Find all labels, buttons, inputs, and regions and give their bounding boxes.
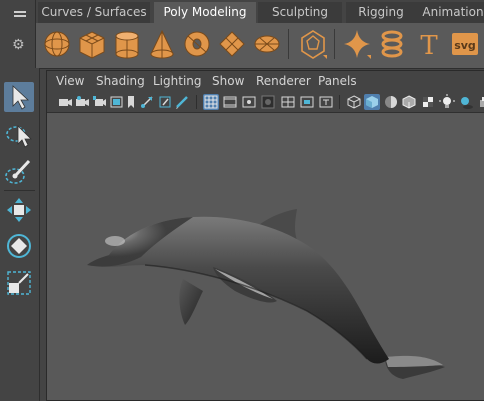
textured-icon[interactable] bbox=[420, 94, 436, 110]
safe-title-icon[interactable] bbox=[318, 94, 334, 110]
tool-box bbox=[0, 68, 40, 401]
poly-cone-icon[interactable] bbox=[147, 27, 177, 61]
camera-attributes-icon[interactable] bbox=[75, 94, 91, 110]
use-all-lights-icon[interactable] bbox=[439, 94, 455, 110]
menu-view[interactable]: View bbox=[56, 71, 84, 92]
poly-helix-icon[interactable] bbox=[377, 27, 407, 61]
shelf-settings-gear-icon[interactable]: ⚙ bbox=[12, 38, 25, 52]
resolution-gate-icon[interactable] bbox=[241, 94, 257, 110]
rotate-tool-icon[interactable] bbox=[4, 231, 34, 261]
default-material-icon[interactable] bbox=[383, 94, 399, 110]
paint-select-icon[interactable] bbox=[4, 157, 34, 187]
platonic-solid-icon[interactable] bbox=[298, 27, 328, 61]
smooth-shade-icon[interactable] bbox=[364, 94, 380, 110]
grid-toggle-icon[interactable] bbox=[203, 94, 219, 110]
gate-mask-icon[interactable] bbox=[260, 94, 276, 110]
poly-cube-icon[interactable] bbox=[77, 27, 107, 61]
tab-poly-modeling[interactable]: Poly Modeling bbox=[154, 2, 256, 23]
super-shape-icon[interactable] bbox=[342, 27, 372, 61]
viewport-panel: View Shading Lighting Show Renderer Pane… bbox=[46, 70, 484, 401]
type-text-icon[interactable]: T bbox=[414, 27, 444, 61]
poly-torus-icon[interactable] bbox=[182, 27, 212, 61]
poly-modeling-shelf: T svg bbox=[36, 23, 484, 69]
shelf-tabs: Curves / Surfaces Poly Modeling Sculptin… bbox=[36, 2, 484, 23]
wireframe-on-shaded-icon[interactable] bbox=[401, 94, 417, 110]
shelf-menu-icon[interactable] bbox=[14, 11, 26, 13]
pen-annotation-icon[interactable] bbox=[174, 94, 190, 110]
lasso-select-icon[interactable] bbox=[4, 120, 34, 150]
poly-plane-icon[interactable] bbox=[217, 27, 247, 61]
film-gate-icon[interactable] bbox=[222, 94, 238, 110]
tab-sculpting[interactable]: Sculpting bbox=[258, 2, 342, 23]
grease-pencil-icon[interactable] bbox=[157, 94, 173, 110]
safe-action-icon[interactable] bbox=[299, 94, 315, 110]
wireframe-icon[interactable] bbox=[346, 94, 362, 110]
2d-pan-zoom-icon[interactable] bbox=[139, 94, 155, 110]
svg-text:T: T bbox=[420, 31, 438, 61]
scale-tool-icon[interactable] bbox=[4, 268, 34, 298]
screen-space-ao-icon[interactable] bbox=[477, 94, 484, 110]
bookmark-icon[interactable] bbox=[123, 94, 139, 110]
panel-menu-bar: View Shading Lighting Show Renderer Pane… bbox=[47, 71, 484, 92]
dolphin-model[interactable] bbox=[85, 207, 484, 397]
shelf-side-bar: ⚙ bbox=[0, 0, 36, 68]
tab-animation[interactable]: Animation bbox=[408, 2, 484, 23]
toolbar-separator bbox=[196, 95, 197, 109]
tab-rigging[interactable]: Rigging bbox=[346, 2, 416, 23]
menu-shading[interactable]: Shading bbox=[96, 71, 145, 92]
shelf-separator bbox=[288, 29, 289, 59]
3d-viewport[interactable] bbox=[47, 113, 484, 400]
menu-show[interactable]: Show bbox=[212, 71, 244, 92]
poly-disc-icon[interactable] bbox=[252, 27, 282, 61]
toolbox-divider bbox=[4, 190, 35, 191]
menu-renderer[interactable]: Renderer bbox=[256, 71, 311, 92]
svg-text:svg: svg bbox=[454, 39, 476, 52]
tab-curves-surfaces[interactable]: Curves / Surfaces bbox=[38, 2, 150, 23]
poly-sphere-icon[interactable] bbox=[42, 27, 72, 61]
menu-lighting[interactable]: Lighting bbox=[153, 71, 202, 92]
poly-cylinder-icon[interactable] bbox=[112, 27, 142, 61]
shadows-icon[interactable] bbox=[458, 94, 474, 110]
panel-toolbar bbox=[47, 92, 484, 113]
field-chart-icon[interactable] bbox=[280, 94, 296, 110]
select-tool-icon[interactable] bbox=[4, 82, 34, 112]
shelf-separator bbox=[334, 29, 335, 59]
svg-icon[interactable]: svg bbox=[450, 27, 480, 61]
menu-panels[interactable]: Panels bbox=[318, 71, 357, 92]
bookmark-camera-icon[interactable] bbox=[92, 94, 108, 110]
toolbar-separator bbox=[339, 95, 340, 109]
camera-select-icon[interactable] bbox=[57, 94, 73, 110]
move-tool-icon[interactable] bbox=[4, 195, 34, 225]
